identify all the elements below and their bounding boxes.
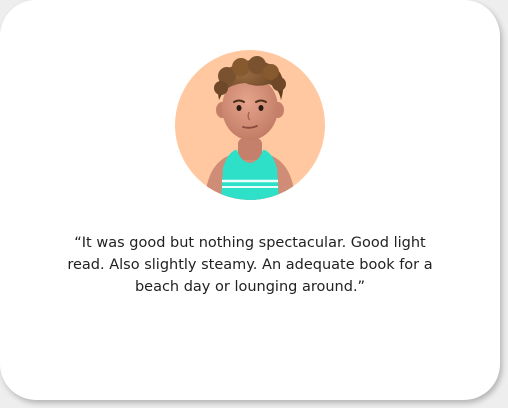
avatar (175, 50, 325, 200)
testimonial-card: “It was good but nothing spectacular. Go… (0, 0, 500, 400)
testimonial-quote: “It was good but nothing spectacular. Go… (67, 235, 433, 295)
person-avatar-icon (175, 50, 325, 200)
